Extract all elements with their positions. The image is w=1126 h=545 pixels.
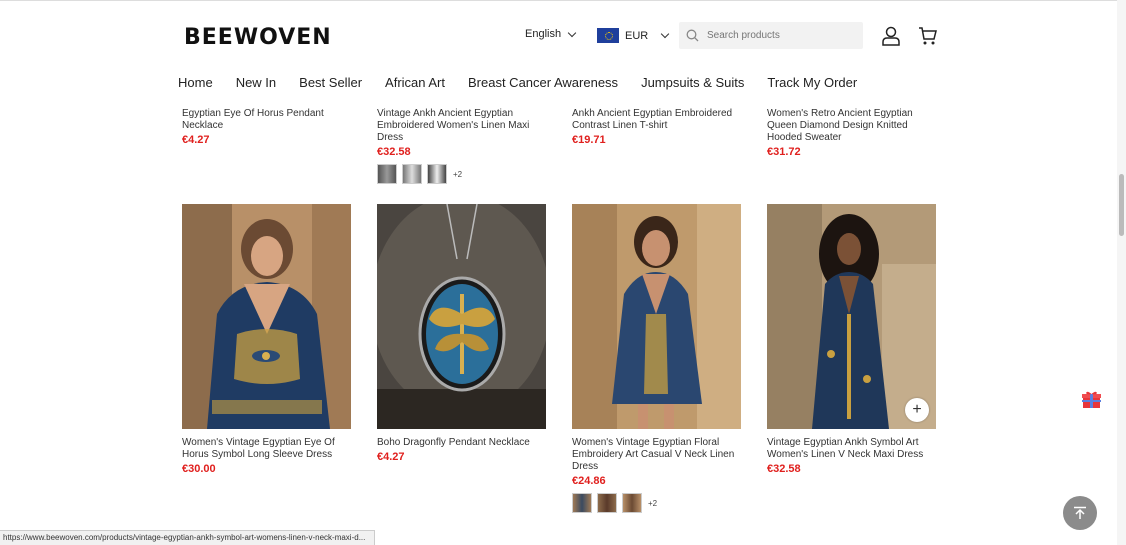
nav-track-my-order[interactable]: Track My Order [767, 75, 857, 90]
swatch[interactable] [427, 164, 447, 184]
chevron-down-icon [660, 29, 670, 39]
product-card[interactable]: Ankh Ancient Egyptian Embroidered Contra… [572, 108, 742, 146]
color-swatches: +2 [572, 493, 742, 513]
product-card[interactable]: Women's Vintage Egyptian Eye Of Horus Sy… [182, 437, 352, 475]
gift-button[interactable] [1082, 390, 1101, 409]
product-price: €31.72 [767, 146, 801, 158]
currency-selector[interactable]: EUR [597, 28, 670, 43]
plus-icon: + [912, 401, 922, 418]
product-price: €32.58 [767, 463, 801, 475]
swatch[interactable] [597, 493, 617, 513]
product-price: €32.58 [377, 146, 411, 158]
status-bar-url: https://www.beewoven.com/products/vintag… [0, 530, 375, 545]
product-card[interactable]: Vintage Egyptian Ankh Symbol Art Women's… [767, 437, 937, 475]
product-title[interactable]: Vintage Egyptian Ankh Symbol Art Women's… [767, 437, 937, 461]
more-swatches[interactable]: +2 [453, 170, 462, 179]
nav-new-in[interactable]: New In [236, 75, 276, 90]
product-card[interactable]: Boho Dragonfly Pendant Necklace €4.27 [377, 437, 547, 463]
scrollbar-track[interactable] [1117, 0, 1126, 545]
product-title[interactable]: Vintage Ankh Ancient Egyptian Embroidere… [377, 108, 547, 144]
swatch[interactable] [622, 493, 642, 513]
gift-icon [1082, 391, 1101, 408]
product-image[interactable] [572, 204, 741, 429]
product-title[interactable]: Women's Retro Ancient Egyptian Queen Dia… [767, 108, 937, 144]
product-price: €4.27 [377, 451, 405, 463]
product-card[interactable]: Egyptian Eye Of Horus Pendant Necklace €… [182, 108, 352, 146]
account-button[interactable] [881, 26, 901, 51]
product-title[interactable]: Boho Dragonfly Pendant Necklace [377, 437, 547, 449]
swatch[interactable] [402, 164, 422, 184]
logo-text: BEEWOVEN [184, 24, 332, 50]
product-title[interactable]: Egyptian Eye Of Horus Pendant Necklace [182, 108, 352, 132]
nav-african-art[interactable]: African Art [385, 75, 445, 90]
product-image[interactable] [182, 204, 351, 429]
main-nav: Home New In Best Seller African Art Brea… [178, 75, 880, 90]
product-card[interactable]: Women's Retro Ancient Egyptian Queen Dia… [767, 108, 937, 158]
search-icon [686, 29, 699, 42]
nav-home[interactable]: Home [178, 75, 213, 90]
nav-jumpsuits-suits[interactable]: Jumpsuits & Suits [641, 75, 744, 90]
product-price: €19.71 [572, 134, 606, 146]
product-image[interactable] [377, 204, 546, 429]
chevron-down-icon [567, 28, 577, 37]
site-logo[interactable]: BEEWOVEN [184, 22, 331, 52]
search-input[interactable] [705, 29, 859, 42]
eu-flag-icon [597, 28, 619, 43]
language-label: English [525, 28, 562, 40]
top-border [0, 0, 1126, 1]
product-title[interactable]: Women's Vintage Egyptian Floral Embroide… [572, 437, 742, 473]
more-swatches[interactable]: +2 [648, 499, 657, 508]
search-box[interactable] [679, 22, 863, 49]
arrow-up-icon [1074, 506, 1086, 519]
quick-add-button[interactable]: + [905, 398, 929, 422]
back-to-top-button[interactable] [1063, 496, 1097, 530]
swatch[interactable] [572, 493, 592, 513]
product-card[interactable]: Vintage Ankh Ancient Egyptian Embroidere… [377, 108, 547, 184]
color-swatches: +2 [377, 164, 547, 184]
product-card[interactable]: Women's Vintage Egyptian Floral Embroide… [572, 437, 742, 513]
swatch[interactable] [377, 164, 397, 184]
product-price: €4.27 [182, 134, 210, 146]
scrollbar-thumb[interactable] [1119, 174, 1124, 236]
cart-button[interactable] [918, 26, 938, 51]
product-title[interactable]: Ankh Ancient Egyptian Embroidered Contra… [572, 108, 742, 132]
product-image[interactable] [767, 204, 936, 429]
product-price: €24.86 [572, 475, 606, 487]
product-price: €30.00 [182, 463, 216, 475]
user-icon [882, 26, 900, 46]
currency-label: EUR [625, 29, 649, 42]
nav-best-seller[interactable]: Best Seller [299, 75, 362, 90]
product-title[interactable]: Women's Vintage Egyptian Eye Of Horus Sy… [182, 437, 352, 461]
language-selector[interactable]: English [525, 28, 577, 40]
nav-breast-cancer-awareness[interactable]: Breast Cancer Awareness [468, 75, 618, 90]
cart-icon [919, 27, 937, 45]
